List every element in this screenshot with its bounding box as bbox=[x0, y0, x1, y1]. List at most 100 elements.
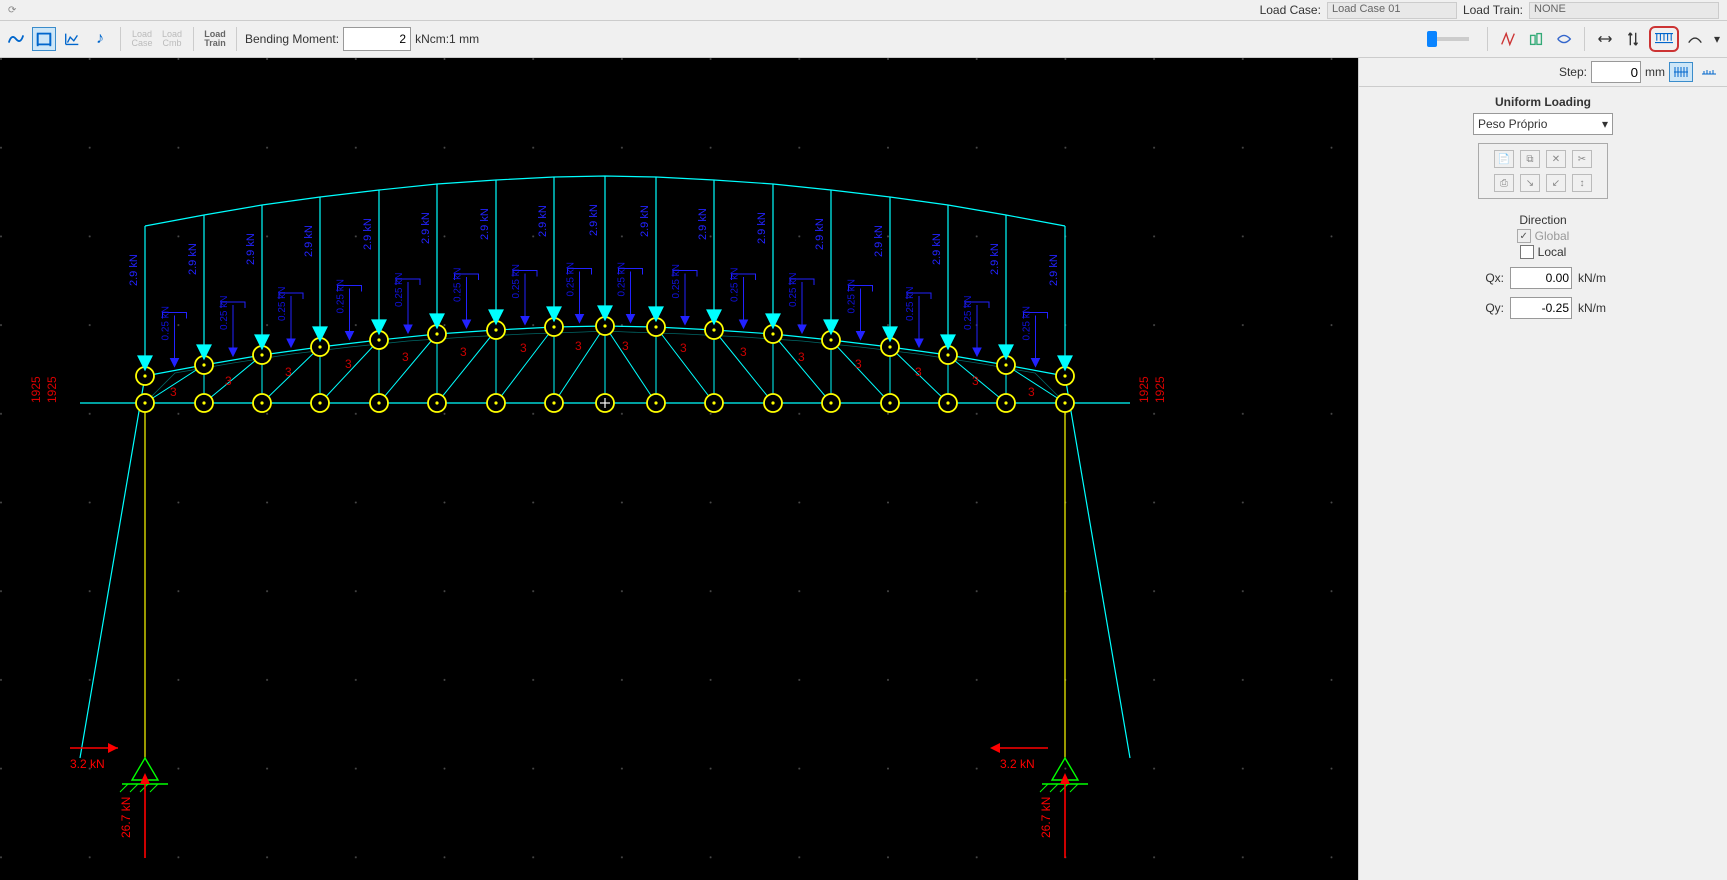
panel-title: Uniform Loading bbox=[1495, 95, 1591, 109]
svg-text:2.9 kN: 2.9 kN bbox=[814, 218, 826, 250]
tool-note-icon[interactable]: ♪ bbox=[88, 27, 112, 51]
svg-text:0.25 kN: 0.25 kN bbox=[394, 273, 405, 307]
svg-text:2.9 kN: 2.9 kN bbox=[187, 243, 199, 275]
copy-icon[interactable]: ⧉ bbox=[1520, 150, 1540, 168]
tool-chart-icon[interactable] bbox=[60, 27, 84, 51]
doc-icon[interactable]: 📄 bbox=[1494, 150, 1514, 168]
svg-text:2.9 kN: 2.9 kN bbox=[479, 208, 491, 240]
svg-text:1925: 1925 bbox=[1153, 376, 1167, 403]
separator bbox=[193, 27, 194, 51]
svg-text:3: 3 bbox=[285, 365, 292, 379]
svg-text:3: 3 bbox=[855, 357, 862, 371]
svg-text:0.25 kN: 0.25 kN bbox=[1022, 306, 1033, 340]
svg-text:3: 3 bbox=[520, 341, 527, 355]
svg-text:2.9 kN: 2.9 kN bbox=[756, 212, 768, 244]
svg-text:0.25 kN: 0.25 kN bbox=[566, 262, 577, 296]
separator bbox=[236, 27, 237, 51]
svg-text:3: 3 bbox=[680, 341, 687, 355]
diagram-m-icon[interactable] bbox=[1552, 27, 1576, 51]
diagram-v-icon[interactable] bbox=[1524, 27, 1548, 51]
svg-text:3: 3 bbox=[575, 339, 582, 353]
svg-text:3.2 kN: 3.2 kN bbox=[70, 757, 105, 771]
arrow2-icon[interactable]: ↙ bbox=[1546, 174, 1566, 192]
arrows-v-icon[interactable] bbox=[1621, 27, 1645, 51]
step-grid-icon[interactable] bbox=[1669, 62, 1693, 82]
curve-icon[interactable] bbox=[1683, 27, 1707, 51]
load-case-value: Load Case 01 bbox=[1327, 2, 1457, 19]
svg-text:3: 3 bbox=[915, 365, 922, 379]
global-checkbox: ✓ Global bbox=[1517, 229, 1570, 243]
svg-text:1925: 1925 bbox=[45, 376, 59, 403]
diagram-n-icon[interactable] bbox=[1496, 27, 1520, 51]
svg-text:2.9 kN: 2.9 kN bbox=[537, 205, 549, 237]
chevron-down-icon: ▾ bbox=[1602, 117, 1608, 131]
qy-input[interactable] bbox=[1510, 297, 1572, 319]
svg-text:0.25 kN: 0.25 kN bbox=[730, 268, 741, 302]
checkbox-icon bbox=[1520, 245, 1534, 259]
load-train-button[interactable]: Load Train bbox=[202, 30, 228, 48]
tool-frame-icon[interactable] bbox=[32, 27, 56, 51]
step-input[interactable] bbox=[1591, 61, 1641, 83]
svg-text:1925: 1925 bbox=[1137, 376, 1151, 403]
bending-moment-label: Bending Moment: bbox=[245, 32, 339, 46]
tool-ribbon-icon[interactable] bbox=[4, 27, 28, 51]
svg-text:0.25 kN: 0.25 kN bbox=[161, 306, 172, 340]
qx-unit: kN/m bbox=[1578, 271, 1606, 285]
qy-unit: kN/m bbox=[1578, 301, 1606, 315]
arrow3-icon[interactable]: ↕ bbox=[1572, 174, 1592, 192]
svg-text:0.25 kN: 0.25 kN bbox=[511, 264, 522, 298]
checkbox-icon: ✓ bbox=[1517, 229, 1531, 243]
svg-text:0.25 kN: 0.25 kN bbox=[905, 287, 916, 321]
print-icon[interactable]: ⎙ bbox=[1494, 174, 1514, 192]
model-canvas[interactable]: 3333 3333 3333 3333 bbox=[0, 58, 1358, 880]
uniform-load-button[interactable] bbox=[1649, 26, 1679, 52]
svg-text:0.25 kN: 0.25 kN bbox=[788, 273, 799, 307]
load-train-label: Load Train: bbox=[1463, 3, 1523, 17]
svg-text:0.25 kN: 0.25 kN bbox=[336, 279, 347, 313]
load-select[interactable]: Peso Próprio ▾ bbox=[1473, 113, 1613, 135]
delete-icon[interactable]: ✕ bbox=[1546, 150, 1566, 168]
svg-text:0.25 kN: 0.25 kN bbox=[453, 268, 464, 302]
load-type-buttons: 📄 ⧉ ✕ ✂ ⎙ ↘ ↙ ↕ bbox=[1478, 143, 1608, 199]
opacity-slider[interactable] bbox=[1429, 37, 1479, 41]
arrow1-icon[interactable]: ↘ bbox=[1520, 174, 1540, 192]
step-ruler-icon[interactable] bbox=[1697, 62, 1721, 82]
workspace: 3333 3333 3333 3333 bbox=[0, 58, 1727, 880]
svg-text:2.9 kN: 2.9 kN bbox=[420, 212, 432, 244]
side-panel: Step: mm Uniform Loading Peso Próprio ▾ … bbox=[1358, 58, 1727, 880]
svg-text:3: 3 bbox=[345, 357, 352, 371]
svg-text:0.25 kN: 0.25 kN bbox=[219, 296, 230, 330]
svg-text:2.9 kN: 2.9 kN bbox=[588, 204, 600, 236]
qx-label: Qx: bbox=[1480, 271, 1504, 285]
svg-text:3.2 kN: 3.2 kN bbox=[1000, 757, 1035, 771]
arrows-h-icon[interactable] bbox=[1593, 27, 1617, 51]
bending-moment-input[interactable] bbox=[343, 27, 411, 51]
svg-text:3: 3 bbox=[622, 339, 629, 353]
uniform-loading-panel: Uniform Loading Peso Próprio ▾ 📄 ⧉ ✕ ✂ ⎙… bbox=[1359, 87, 1727, 880]
status-bar: ⟳ Load Case: Load Case 01 Load Train: NO… bbox=[0, 0, 1727, 21]
svg-text:0.25 kN: 0.25 kN bbox=[617, 262, 628, 296]
svg-text:2.9 kN: 2.9 kN bbox=[303, 225, 315, 257]
svg-text:2.9 kN: 2.9 kN bbox=[1048, 254, 1060, 286]
svg-text:2.9 kN: 2.9 kN bbox=[931, 233, 943, 265]
svg-text:2.9 kN: 2.9 kN bbox=[245, 233, 257, 265]
svg-text:0.25 kN: 0.25 kN bbox=[671, 264, 682, 298]
svg-text:3: 3 bbox=[225, 374, 232, 388]
svg-text:2.9 kN: 2.9 kN bbox=[873, 225, 885, 257]
svg-text:3: 3 bbox=[1028, 385, 1035, 399]
qy-label: Qy: bbox=[1480, 301, 1504, 315]
svg-text:3: 3 bbox=[798, 350, 805, 364]
direction-label: Direction bbox=[1519, 213, 1566, 227]
svg-text:3: 3 bbox=[402, 350, 409, 364]
load-case-label: Load Case: bbox=[1260, 3, 1321, 17]
qx-input[interactable] bbox=[1510, 267, 1572, 289]
svg-text:3: 3 bbox=[170, 385, 177, 399]
local-checkbox[interactable]: Local bbox=[1520, 245, 1567, 259]
dropdown-arrow-icon[interactable]: ▾ bbox=[1711, 27, 1723, 51]
qx-row: Qx: kN/m bbox=[1480, 267, 1606, 289]
step-toolbar: Step: mm bbox=[1359, 58, 1727, 87]
cut-icon[interactable]: ✂ bbox=[1572, 150, 1592, 168]
svg-text:26.7 kN: 26.7 kN bbox=[1039, 797, 1053, 838]
refresh-icon: ⟳ bbox=[8, 5, 16, 16]
separator bbox=[1487, 27, 1488, 51]
